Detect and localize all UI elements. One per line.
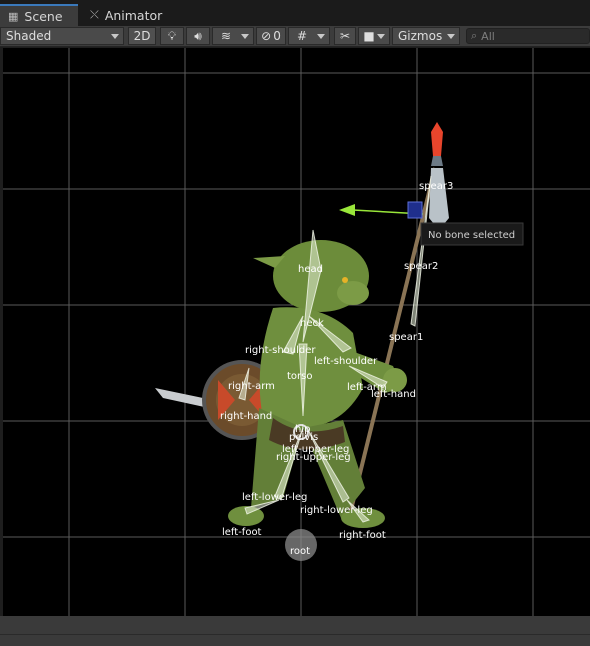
bone-label: neck bbox=[300, 318, 324, 329]
tab-animator[interactable]: ⤬ Animator bbox=[82, 4, 170, 26]
chevron-down-icon bbox=[377, 34, 385, 39]
tab-scene[interactable]: ▦ Scene bbox=[0, 4, 78, 26]
bone-label: left-shoulder bbox=[314, 356, 378, 367]
editor-tab-bar: ▦ Scene ⤬ Animator bbox=[0, 0, 590, 26]
bone-label: left-lower-leg bbox=[242, 492, 307, 503]
bone-label: right-arm bbox=[228, 381, 275, 392]
grid-icon: ▦ bbox=[8, 9, 19, 23]
bone-label: pelvis bbox=[289, 432, 318, 443]
bone-label: left-hand bbox=[371, 389, 416, 400]
effects-dropdown[interactable]: ≋ bbox=[212, 27, 254, 45]
tab-animator-label: Animator bbox=[104, 7, 163, 23]
tools-toggle[interactable]: ✂ bbox=[334, 27, 356, 45]
bone-label: right-hand bbox=[220, 411, 272, 422]
bottom-status-bar bbox=[0, 616, 590, 646]
gizmos-dropdown[interactable]: Gizmos bbox=[392, 27, 460, 45]
chevron-down-icon bbox=[447, 34, 455, 39]
speaker-icon: 🔊︎ bbox=[194, 28, 202, 43]
camera-dropdown[interactable]: ■ bbox=[358, 27, 390, 45]
scene-search-input[interactable]: ⌕ All bbox=[466, 28, 590, 44]
camera-icon: ■ bbox=[363, 29, 375, 43]
axis-plane-handle bbox=[407, 201, 423, 219]
shading-mode-value: Shaded bbox=[6, 29, 52, 43]
bone-label: head bbox=[298, 264, 323, 275]
scene-visibility-toggle[interactable]: ⊘ 0 bbox=[256, 27, 286, 45]
tooltip-text: No bone selected bbox=[428, 230, 515, 241]
scene-toolbar: Shaded 2D 💡︎ 🔊︎ ≋ ⊘ 0 # ✂ ■ Gizmos ⌕ All bbox=[0, 26, 590, 47]
chevron-down-icon bbox=[111, 34, 119, 39]
2d-mode-label: 2D bbox=[133, 29, 151, 43]
bone-label: spear2 bbox=[404, 261, 438, 272]
bone-tooltip: No bone selected bbox=[420, 222, 524, 246]
search-icon: ⌕ bbox=[471, 29, 478, 42]
lighting-toggle[interactable]: 💡︎ bbox=[160, 27, 184, 45]
bone-label: right-lower-leg bbox=[300, 505, 373, 516]
bone-label: right-shoulder bbox=[245, 345, 316, 356]
x-axis-arrow bbox=[339, 204, 355, 216]
grid-snapping-dropdown[interactable]: # bbox=[288, 27, 330, 45]
search-placeholder: All bbox=[481, 29, 495, 43]
lightbulb-icon: 💡︎ bbox=[167, 28, 177, 43]
bone-label: spear1 bbox=[389, 332, 423, 343]
bone-label: right-foot bbox=[339, 530, 386, 541]
animator-icon: ⤬ bbox=[90, 8, 99, 21]
divider bbox=[0, 634, 590, 635]
bone-label: root bbox=[290, 546, 310, 557]
bone-label: spear3 bbox=[419, 181, 453, 192]
bone-label: right-upper-leg bbox=[276, 452, 351, 463]
layers-icon: ≋ bbox=[220, 29, 232, 43]
move-gizmo[interactable] bbox=[339, 201, 424, 219]
scene-viewport[interactable]: No bone selected spear3 spear2 spear1 he… bbox=[3, 48, 590, 616]
chevron-down-icon bbox=[317, 34, 325, 39]
2d-mode-toggle[interactable]: 2D bbox=[128, 27, 156, 45]
tab-scene-label: Scene bbox=[24, 8, 63, 24]
sword-blade bbox=[155, 388, 209, 408]
chevron-down-icon bbox=[241, 34, 249, 39]
hidden-count: 0 bbox=[273, 29, 281, 43]
bone-label: torso bbox=[287, 371, 312, 382]
tools-icon: ✂ bbox=[339, 29, 351, 43]
scene-canvas: No bone selected spear3 spear2 spear1 he… bbox=[3, 48, 590, 616]
eye-slash-icon: ⊘ bbox=[261, 29, 272, 43]
grid-snap-icon: # bbox=[296, 29, 308, 43]
shading-mode-dropdown[interactable]: Shaded bbox=[0, 27, 124, 45]
audio-toggle[interactable]: 🔊︎ bbox=[186, 27, 210, 45]
gizmos-label: Gizmos bbox=[398, 29, 443, 43]
bone-label: left-foot bbox=[222, 527, 262, 538]
